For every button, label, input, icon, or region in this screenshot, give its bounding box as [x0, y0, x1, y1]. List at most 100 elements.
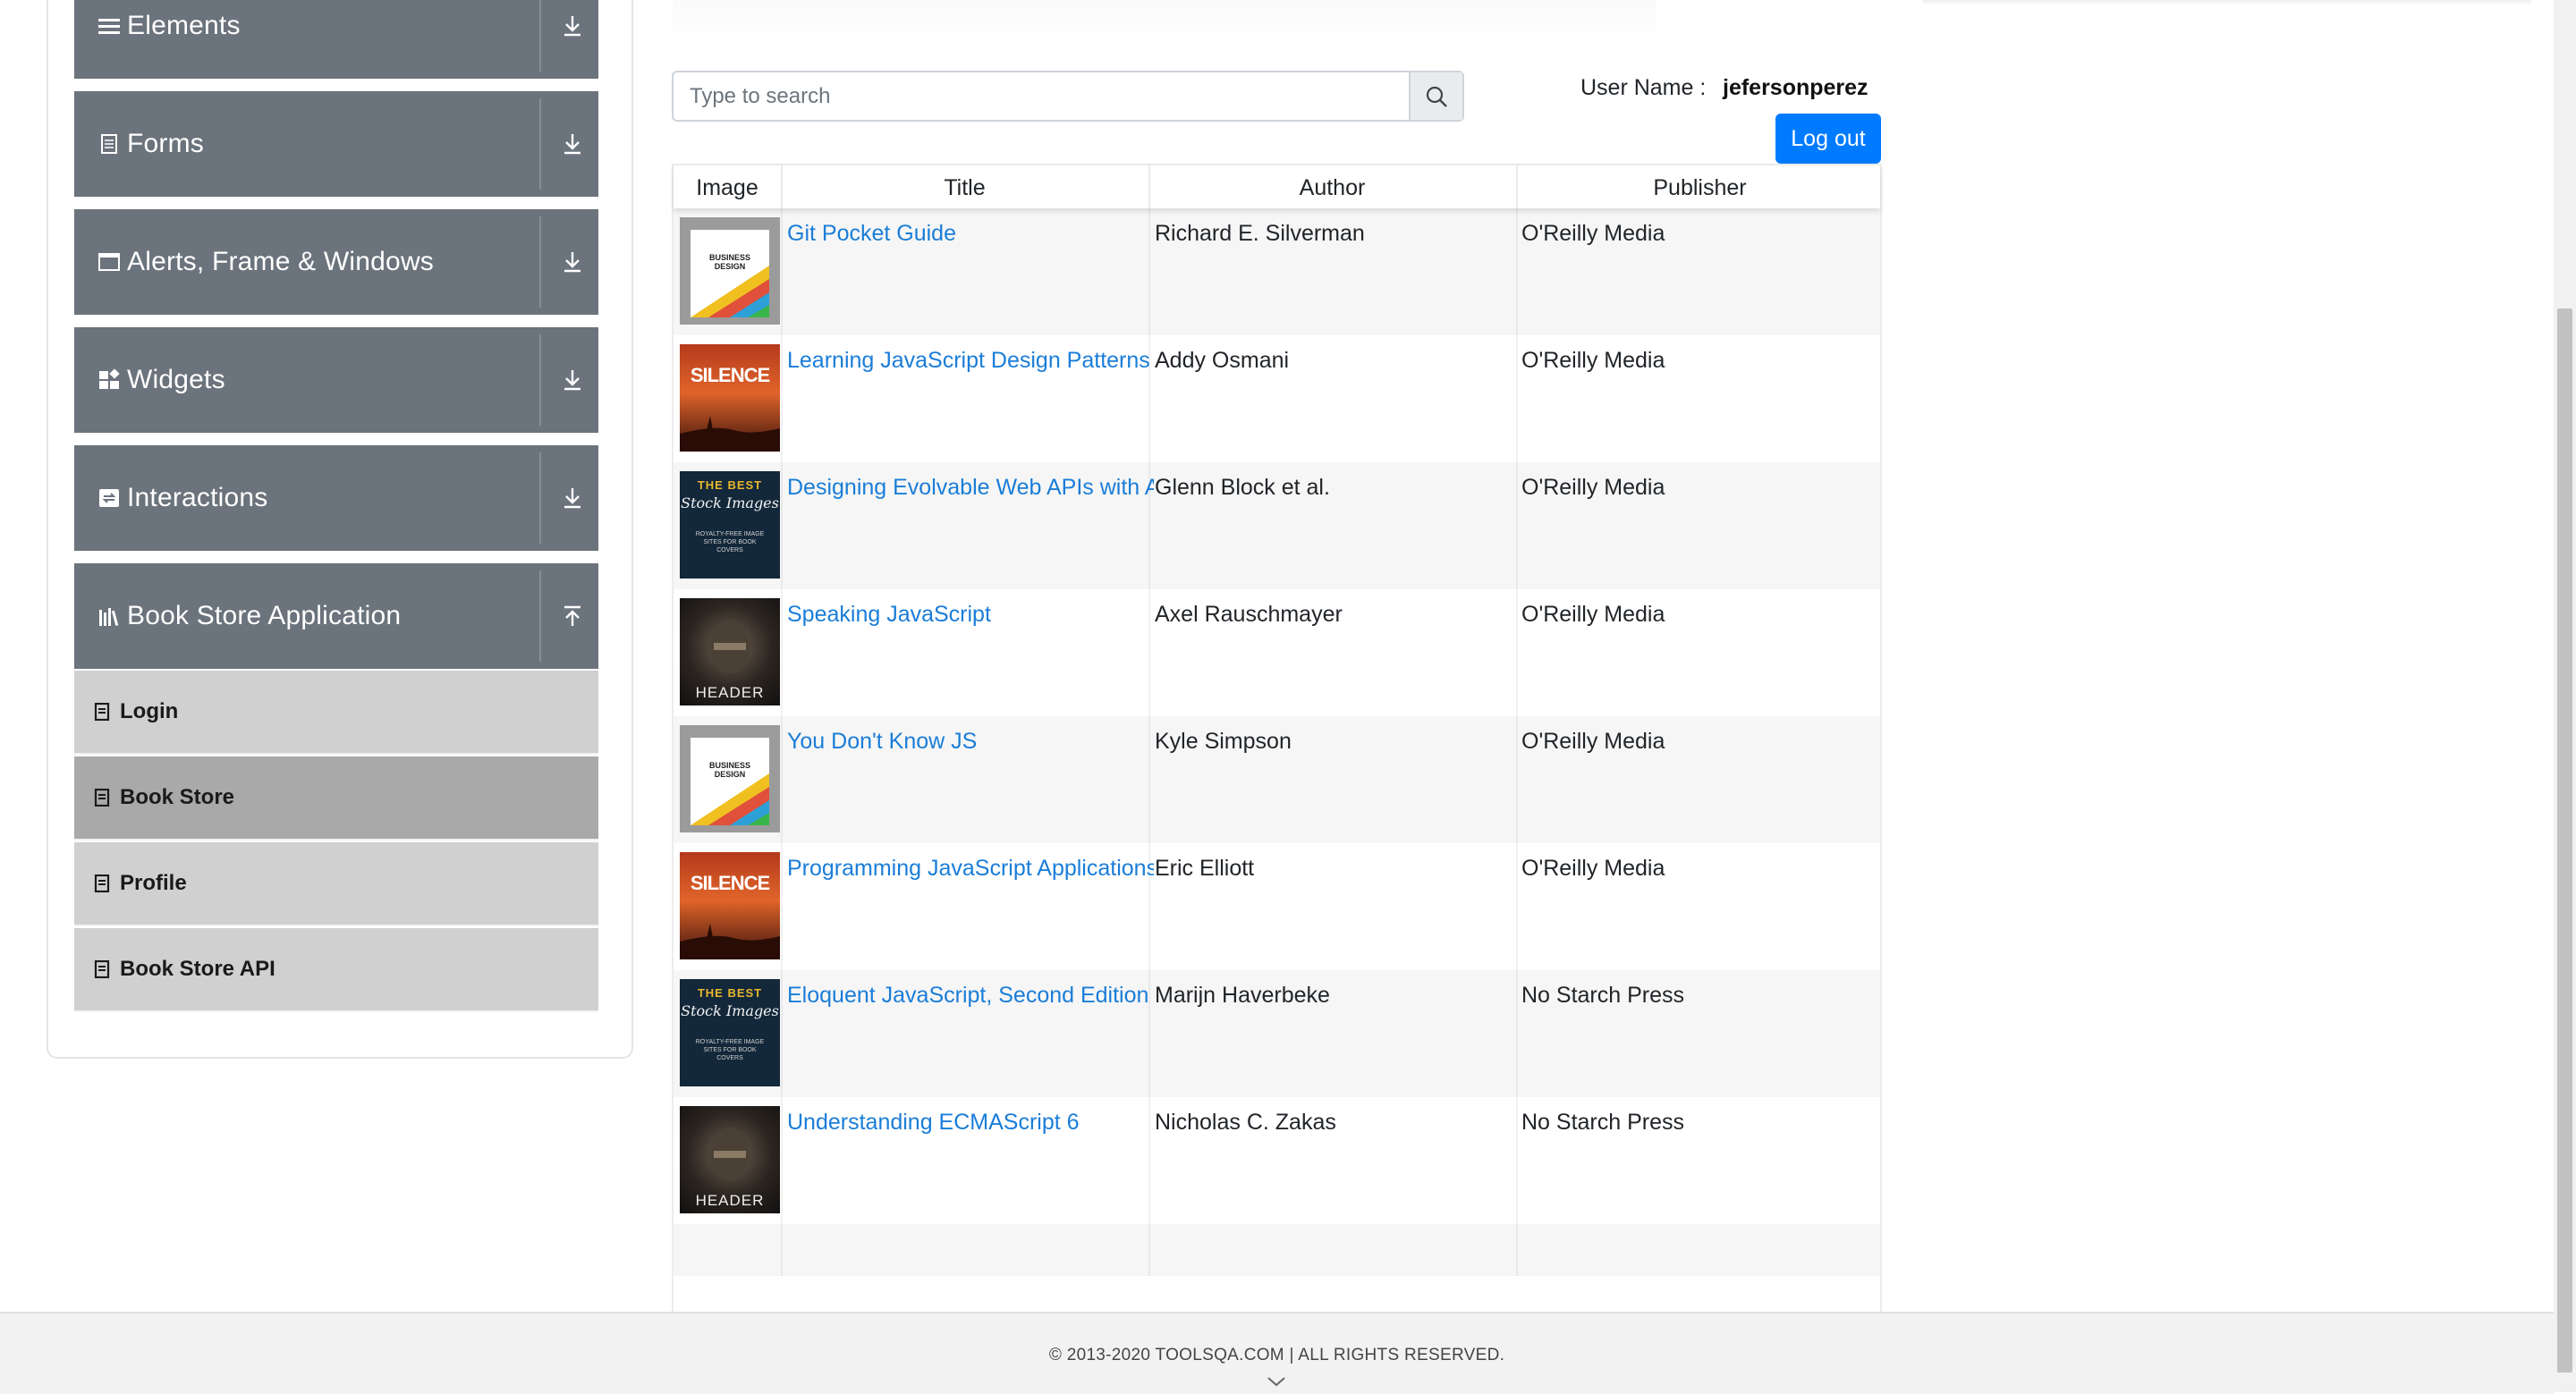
book-title-link[interactable]: You Don't Know JS	[787, 729, 1154, 755]
table-row: BUSINESS DESIGN Git Pocket Guide Richard E.…	[674, 208, 1880, 335]
column-header-publisher[interactable]: Publisher	[1516, 165, 1884, 208]
book-cover-image: THE BEST Stock Images ROYALTY-FREE IMAGE S…	[680, 471, 780, 579]
column-divider	[781, 462, 783, 589]
top-banner-fade	[673, 0, 1657, 45]
book-publisher: O'Reilly Media	[1521, 348, 1665, 373]
book-cover-image: BUSINESS DESIGN	[680, 217, 780, 325]
book-cover-image: THE BEST Stock Images ROYALTY-FREE IMAGE S…	[680, 979, 780, 1086]
sidebar-item-label: Profile	[120, 871, 187, 895]
column-divider	[781, 1097, 783, 1224]
cover-title: HEADER	[695, 1192, 765, 1209]
book-author: Addy Osmani	[1155, 348, 1290, 373]
column-header-author[interactable]: Author	[1148, 165, 1516, 208]
cover-title-top: BUSINESS	[708, 253, 750, 262]
download-arrow-icon[interactable]	[561, 486, 584, 510]
sidebar-group-widgets[interactable]: Widgets	[74, 327, 598, 433]
download-arrow-icon[interactable]	[561, 14, 584, 38]
book-title-link[interactable]: Speaking JavaScript	[787, 602, 1154, 628]
list-item-icon	[94, 703, 110, 721]
table-row: THE BEST Stock Images ROYALTY-FREE IMAGE S…	[674, 462, 1880, 589]
table-row: BUSINESS DESIGN You Don't Know JS Kyle Simp…	[674, 716, 1880, 843]
column-divider	[1516, 335, 1518, 462]
cover-title-top: BUSINESS	[708, 761, 750, 770]
column-divider	[1516, 843, 1518, 970]
column-header-image[interactable]: Image	[674, 165, 781, 208]
copyright-text: © 2013-2020 TOOLSQA.COM | ALL RIGHTS RES…	[1048, 1346, 1505, 1364]
sidebar-group-interactions[interactable]: Interactions	[74, 445, 598, 551]
document-icon	[101, 134, 117, 154]
sidebar-group-label: Book Store Application	[127, 601, 402, 630]
sidebar-item-label: Book Store	[120, 785, 235, 809]
search-button[interactable]	[1409, 72, 1462, 120]
sidebar-item-book-store[interactable]: Book Store	[74, 756, 598, 841]
interactions-icon	[99, 489, 119, 507]
column-divider	[781, 970, 783, 1097]
download-arrow-icon[interactable]	[561, 368, 584, 392]
sidebar-item-login[interactable]: Login	[74, 671, 598, 755]
divider	[539, 452, 541, 544]
chevron-down-icon[interactable]	[1266, 1374, 1287, 1389]
vertical-scrollbar[interactable]	[2554, 0, 2576, 1392]
sidebar-group-elements[interactable]: Elements	[74, 0, 598, 79]
book-publisher: O'Reilly Media	[1521, 221, 1665, 246]
cover-silhouette	[680, 924, 780, 959]
sidebar-group-forms[interactable]: Forms	[74, 91, 598, 197]
column-divider	[781, 843, 783, 970]
book-title-link[interactable]: Eloquent JavaScript, Second Edition	[787, 983, 1154, 1009]
column-divider	[781, 716, 783, 843]
cover-title: THE BEST	[697, 986, 763, 1000]
column-divider	[1516, 462, 1518, 589]
book-author: Marijn Haverbeke	[1155, 983, 1330, 1008]
search-icon	[1426, 86, 1447, 107]
book-title-link[interactable]: Understanding ECMAScript 6	[787, 1110, 1154, 1136]
column-divider	[1516, 589, 1518, 716]
column-divider	[781, 589, 783, 716]
book-author: Eric Elliott	[1155, 856, 1255, 881]
book-publisher: O'Reilly Media	[1521, 475, 1665, 500]
sidebar-item-label: Book Store API	[120, 957, 275, 981]
sidebar-group-label: Interactions	[127, 483, 268, 512]
divider	[539, 334, 541, 426]
cover-stripes	[691, 266, 769, 317]
book-cover-image: SILENCE	[680, 344, 780, 452]
cover-subtitle: ROYALTY-FREE IMAGE SITES FOR BOOK COVERS	[695, 531, 765, 553]
sidebar-group-label: Widgets	[127, 365, 225, 394]
book-title-link[interactable]: Learning JavaScript Design Patterns	[787, 348, 1154, 374]
divider	[539, 570, 541, 662]
sidebar-group-label: Elements	[127, 11, 241, 40]
book-publisher: No Starch Press	[1521, 1110, 1685, 1135]
cover-silhouette	[680, 416, 780, 452]
sidebar-group-label: Alerts, Frame & Windows	[127, 247, 435, 276]
column-header-title[interactable]: Title	[781, 165, 1148, 208]
search-input[interactable]	[674, 72, 1411, 120]
sidebar-item-profile[interactable]: Profile	[74, 842, 598, 926]
divider	[539, 98, 541, 190]
cover-title: SILENCE	[690, 872, 770, 894]
table-row: SILENCE Programming JavaScript Applicatio…	[674, 843, 1880, 970]
cover-title: BUSINESS DESIGN	[680, 253, 780, 271]
book-title-link[interactable]: Programming JavaScript Applications	[787, 856, 1154, 882]
logout-button[interactable]: Log out	[1775, 114, 1881, 164]
cover-title-bottom: DESIGN	[714, 770, 746, 779]
column-divider	[781, 335, 783, 462]
cover-title: THE BEST	[697, 478, 763, 492]
download-arrow-icon[interactable]	[561, 250, 584, 274]
sidebar-group-book-store-application[interactable]: Book Store Application	[74, 563, 598, 669]
column-divider	[1516, 1224, 1518, 1276]
book-title-link[interactable]: Designing Evolvable Web APIs with ASP.NE…	[787, 475, 1154, 501]
column-divider	[781, 1224, 783, 1276]
user-name-value: jefersonperez	[1723, 75, 1868, 100]
book-author: Kyle Simpson	[1155, 729, 1292, 754]
book-author: Nicholas C. Zakas	[1155, 1110, 1336, 1135]
list-item-icon	[94, 960, 110, 978]
sidebar-group-alerts[interactable]: Alerts, Frame & Windows	[74, 209, 598, 315]
book-cover-image: SILENCE	[680, 852, 780, 959]
footer: © 2013-2020 TOOLSQA.COM | ALL RIGHTS RES…	[0, 1312, 2554, 1394]
table-row: HEADER Understanding ECMAScript 6 Nicholas…	[674, 1097, 1880, 1224]
download-arrow-icon[interactable]	[561, 132, 584, 156]
book-author: Axel Rauschmayer	[1155, 602, 1343, 627]
book-title-link[interactable]: Git Pocket Guide	[787, 221, 1154, 247]
scrollbar-thumb[interactable]	[2557, 308, 2572, 1373]
sidebar-item-book-store-api[interactable]: Book Store API	[74, 928, 598, 1012]
upload-arrow-icon[interactable]	[561, 604, 584, 628]
